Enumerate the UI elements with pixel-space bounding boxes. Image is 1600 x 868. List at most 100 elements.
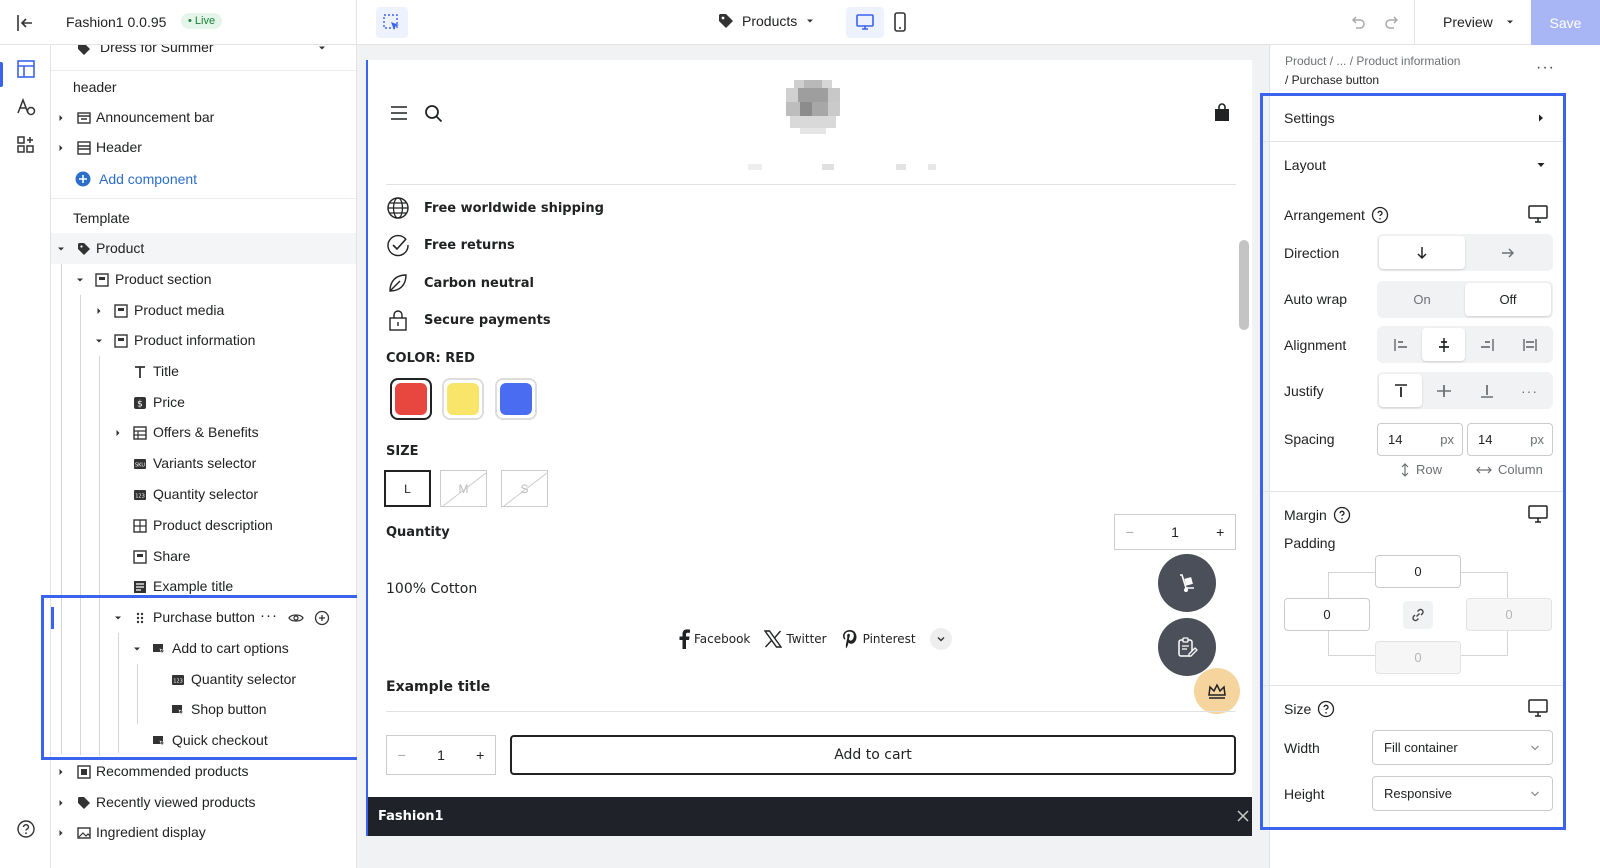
- tree-item-quantity-selector-nested[interactable]: 123 Quantity selector: [51, 664, 356, 695]
- tree-item-product-media[interactable]: Product media: [51, 295, 356, 326]
- tree-item-quick-checkout[interactable]: Quick checkout: [51, 725, 356, 756]
- auto-wrap-on-option[interactable]: On: [1379, 283, 1465, 316]
- floating-action-cart[interactable]: [1158, 554, 1216, 612]
- direction-vertical-option[interactable]: [1379, 236, 1465, 269]
- redo-icon[interactable]: [1384, 14, 1400, 30]
- decrement-icon[interactable]: −: [1115, 524, 1145, 540]
- theme-styles-icon[interactable]: [15, 96, 37, 118]
- tree-item-example-title[interactable]: Example title: [51, 571, 356, 602]
- tree-item-purchase-button[interactable]: Purchase button ···: [51, 602, 356, 633]
- tree-item-quantity-selector[interactable]: 123 Quantity selector: [51, 479, 356, 510]
- tree-item-dress-for-summer[interactable]: Dress for Summer: [51, 45, 356, 63]
- link-padding-button[interactable]: [1403, 601, 1433, 629]
- tree-item-ingredient-display[interactable]: Ingredient display: [51, 817, 356, 848]
- share-pinterest[interactable]: Pinterest: [841, 629, 916, 649]
- color-swatch-yellow[interactable]: [442, 378, 484, 420]
- purchase-quantity-stepper[interactable]: − 1 +: [386, 735, 496, 775]
- chevron-down-icon[interactable]: [1536, 160, 1546, 170]
- auto-wrap-off-option[interactable]: Off: [1465, 283, 1551, 316]
- cart-icon[interactable]: [1214, 102, 1230, 122]
- size-option-m[interactable]: M: [440, 470, 487, 507]
- decrement-icon[interactable]: −: [387, 747, 416, 763]
- undo-icon[interactable]: [1350, 14, 1366, 30]
- quantity-stepper[interactable]: − 1 +: [1114, 514, 1236, 550]
- align-end-option[interactable]: [1465, 328, 1508, 361]
- add-to-cart-button[interactable]: Add to cart: [510, 735, 1236, 775]
- help-circle-icon[interactable]: [1333, 506, 1351, 524]
- tree-item-share[interactable]: Share: [51, 541, 356, 572]
- select-tool-button[interactable]: [376, 7, 408, 38]
- justify-start-option[interactable]: [1379, 374, 1422, 407]
- tree-item-shop-button[interactable]: Shop button: [51, 694, 356, 725]
- quantity-value[interactable]: 1: [1145, 524, 1206, 540]
- alignment-toggle[interactable]: [1377, 326, 1553, 363]
- more-options-icon[interactable]: ···: [1536, 59, 1555, 77]
- size-option-s[interactable]: S: [501, 470, 548, 507]
- help-icon[interactable]: [15, 818, 37, 840]
- tree-item-offers-benefits[interactable]: Offers & Benefits: [51, 417, 356, 448]
- tree-item-announcement-bar[interactable]: Announcement bar: [51, 102, 356, 133]
- desktop-view-button[interactable]: [846, 7, 884, 38]
- add-child-icon[interactable]: [314, 610, 330, 626]
- justify-end-option[interactable]: [1465, 374, 1508, 407]
- padding-left-input[interactable]: 0: [1284, 598, 1370, 631]
- exit-editor-icon[interactable]: [14, 12, 36, 34]
- store-preview[interactable]: Free worldwide shipping Free returns Car…: [366, 60, 1252, 836]
- auto-wrap-toggle[interactable]: On Off: [1377, 281, 1553, 318]
- align-center-option[interactable]: [1422, 328, 1465, 361]
- menu-icon[interactable]: [390, 105, 408, 121]
- tree-item-product-information[interactable]: Product information: [51, 325, 356, 356]
- layout-section-toggle[interactable]: Layout: [1284, 157, 1326, 173]
- align-stretch-option[interactable]: [1508, 328, 1551, 361]
- padding-bottom-input[interactable]: 0: [1375, 641, 1461, 674]
- tree-item-add-to-cart-options[interactable]: Add to cart options: [51, 633, 356, 664]
- column-spacing-input[interactable]: 14 px: [1467, 423, 1553, 456]
- breadcrumb[interactable]: Product / ... / Product information: [1285, 54, 1460, 68]
- justify-more-option[interactable]: ···: [1508, 374, 1551, 407]
- row-spacing-input[interactable]: 14 px: [1377, 423, 1463, 456]
- add-component-button[interactable]: Add component: [75, 171, 197, 187]
- padding-right-input[interactable]: 0: [1466, 598, 1552, 631]
- direction-toggle[interactable]: [1377, 234, 1553, 271]
- store-logo[interactable]: [780, 74, 846, 140]
- chevron-right-icon[interactable]: [1536, 113, 1546, 123]
- floating-action-upgrade[interactable]: [1194, 668, 1240, 714]
- tree-item-title[interactable]: Title: [51, 356, 356, 387]
- tree-item-price[interactable]: $ Price: [51, 387, 356, 418]
- close-icon[interactable]: [1236, 809, 1250, 823]
- justify-toggle[interactable]: ···: [1377, 372, 1553, 409]
- share-twitter[interactable]: Twitter: [764, 630, 827, 648]
- padding-top-input[interactable]: 0: [1375, 555, 1461, 588]
- eye-icon[interactable]: [288, 610, 304, 626]
- apps-icon[interactable]: [15, 134, 37, 156]
- justify-center-option[interactable]: [1422, 374, 1465, 407]
- tree-item-recently-viewed-products[interactable]: Recently viewed products: [51, 787, 356, 818]
- share-more-button[interactable]: [929, 628, 952, 650]
- preview-scrollbar[interactable]: [1239, 240, 1249, 330]
- share-facebook[interactable]: Facebook: [678, 629, 750, 649]
- quantity-value[interactable]: 1: [416, 747, 465, 763]
- tree-item-recommended-products[interactable]: Recommended products: [51, 756, 356, 787]
- desktop-icon[interactable]: [1528, 505, 1548, 523]
- mobile-view-button[interactable]: [894, 12, 906, 32]
- page-selector[interactable]: Products: [718, 13, 815, 29]
- tree-item-header[interactable]: Header: [51, 132, 356, 163]
- save-button[interactable]: Save: [1531, 0, 1600, 45]
- tree-item-product-description[interactable]: Product description: [51, 510, 356, 541]
- more-options-icon[interactable]: ···: [260, 607, 278, 624]
- align-start-option[interactable]: [1379, 328, 1422, 361]
- height-select[interactable]: Responsive: [1372, 776, 1553, 811]
- color-swatch-red[interactable]: [390, 378, 432, 420]
- increment-icon[interactable]: +: [1206, 524, 1236, 540]
- desktop-icon[interactable]: [1528, 205, 1548, 223]
- help-circle-icon[interactable]: [1371, 206, 1389, 224]
- tree-item-product[interactable]: Product: [51, 233, 356, 264]
- width-select[interactable]: Fill container: [1372, 730, 1553, 765]
- tree-item-product-section[interactable]: Product section: [51, 264, 356, 295]
- preview-button[interactable]: Preview: [1443, 14, 1515, 30]
- tree-item-variants-selector[interactable]: SKU Variants selector: [51, 448, 356, 479]
- desktop-icon[interactable]: [1528, 699, 1548, 717]
- floating-action-notes[interactable]: [1158, 618, 1216, 676]
- layout-tree-icon[interactable]: [15, 58, 37, 80]
- size-option-l[interactable]: L: [384, 470, 431, 507]
